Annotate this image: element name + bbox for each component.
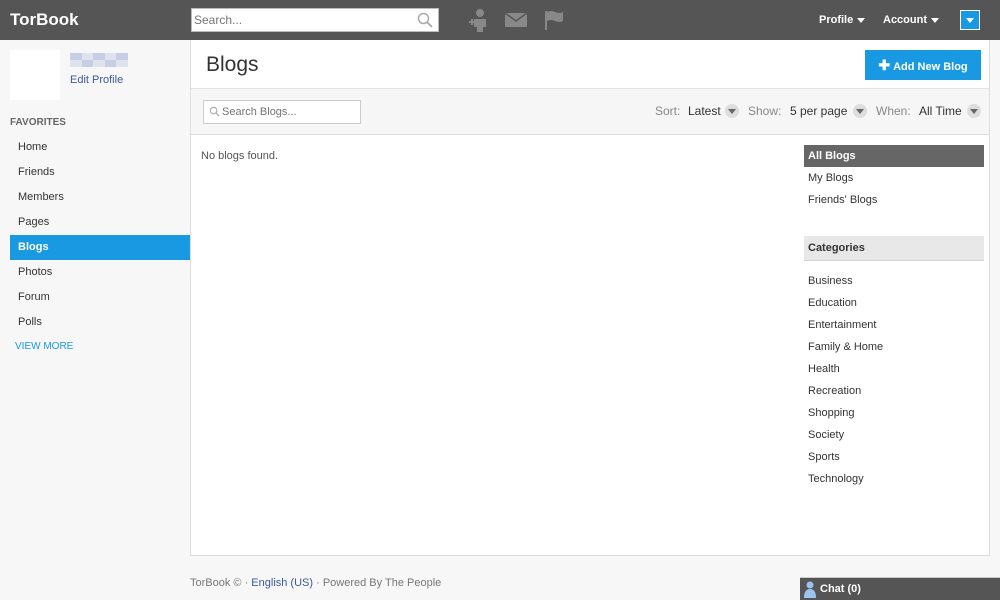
main-panel: Blogs ✚Add New Blog Sort: Latest Show: 5…	[190, 40, 990, 556]
brand-logo[interactable]: TorBook	[10, 10, 79, 30]
category-society[interactable]: Society	[808, 429, 844, 441]
account-menu[interactable]: Account	[883, 14, 939, 26]
chevron-down-icon	[857, 17, 866, 23]
category-sports[interactable]: Sports	[808, 451, 840, 463]
sidebar-item-photos[interactable]: Photos	[10, 260, 190, 285]
avatar[interactable]	[10, 50, 60, 100]
search-icon	[209, 106, 220, 117]
profile-menu[interactable]: Profile	[819, 14, 866, 26]
sidebar-item-blogs[interactable]: Blogs	[10, 235, 190, 260]
chevron-down-icon[interactable]	[967, 104, 981, 118]
when-select[interactable]: All Time	[919, 104, 962, 118]
footer: TorBook © · English (US) · Powered By Th…	[190, 577, 441, 589]
friend-requests-icon[interactable]	[467, 8, 491, 32]
edit-profile-link[interactable]: Edit Profile	[70, 74, 123, 86]
chevron-down-icon	[966, 18, 974, 23]
top-bar: TorBook Profile Account	[0, 0, 1000, 40]
chevron-down-icon[interactable]	[725, 104, 739, 118]
add-new-blog-label: Add New Blog	[893, 61, 968, 73]
global-search-input[interactable]	[192, 9, 412, 31]
blog-search[interactable]	[203, 100, 361, 124]
page-title: Blogs	[206, 53, 259, 76]
category-recreation[interactable]: Recreation	[808, 385, 861, 397]
sidebar-item-friends[interactable]: Friends	[10, 160, 190, 185]
category-business[interactable]: Business	[808, 275, 853, 287]
plus-icon: ✚	[878, 57, 891, 73]
favorites-heading: FAVORITES	[10, 117, 66, 128]
messages-icon[interactable]	[504, 8, 528, 32]
chat-label: Chat (0)	[820, 583, 861, 595]
sort-label: Sort:	[655, 104, 681, 118]
filter-all-blogs[interactable]: All Blogs	[804, 145, 984, 167]
footer-separator: ·	[313, 577, 323, 589]
footer-brand: TorBook ©	[190, 577, 242, 589]
view-more-link[interactable]: VIEW MORE	[15, 341, 73, 352]
notifications-flag-icon[interactable]	[541, 8, 565, 32]
chevron-down-icon	[931, 17, 939, 23]
filter-bar: Sort: Latest Show: 5 per page When: All …	[191, 88, 989, 135]
search-icon[interactable]	[417, 12, 433, 28]
blog-search-input[interactable]	[222, 104, 358, 120]
chat-user-icon	[804, 581, 816, 598]
category-entertainment[interactable]: Entertainment	[808, 319, 876, 331]
account-menu-label: Account	[883, 14, 927, 26]
sidebar-item-pages[interactable]: Pages	[10, 210, 190, 235]
settings-dropdown-button[interactable]	[960, 10, 980, 30]
categories-heading: Categories	[804, 236, 984, 261]
sidebar-nav: Home Friends Members Pages Blogs Photos …	[10, 135, 190, 335]
filter-friends-blogs[interactable]: Friends' Blogs	[808, 194, 877, 206]
category-family-home[interactable]: Family & Home	[808, 341, 883, 353]
chat-bar[interactable]: Chat (0)	[800, 577, 1000, 600]
show-label: Show:	[748, 104, 782, 118]
add-new-blog-button[interactable]: ✚ Add New Blog	[865, 50, 981, 80]
sort-select[interactable]: Latest	[688, 104, 721, 118]
language-link[interactable]: English (US)	[251, 577, 313, 589]
footer-powered-by: Powered By The People	[322, 577, 442, 589]
footer-separator: ·	[241, 577, 252, 589]
show-select[interactable]: 5 per page	[790, 104, 847, 118]
sidebar-item-members[interactable]: Members	[10, 185, 190, 210]
category-technology[interactable]: Technology	[808, 473, 864, 485]
user-name-blurred[interactable]	[70, 53, 128, 67]
chevron-down-icon[interactable]	[853, 104, 867, 118]
empty-message: No blogs found.	[201, 150, 279, 162]
category-health[interactable]: Health	[808, 363, 840, 375]
profile-menu-label: Profile	[819, 14, 854, 26]
filter-my-blogs[interactable]: My Blogs	[808, 172, 853, 184]
category-education[interactable]: Education	[808, 297, 857, 309]
sidebar-item-home[interactable]: Home	[10, 135, 190, 160]
category-shopping[interactable]: Shopping	[808, 407, 855, 419]
when-label: When:	[876, 104, 911, 118]
sidebar-item-forum[interactable]: Forum	[10, 285, 190, 310]
sidebar-item-polls[interactable]: Polls	[10, 310, 190, 335]
global-search[interactable]	[191, 8, 439, 32]
